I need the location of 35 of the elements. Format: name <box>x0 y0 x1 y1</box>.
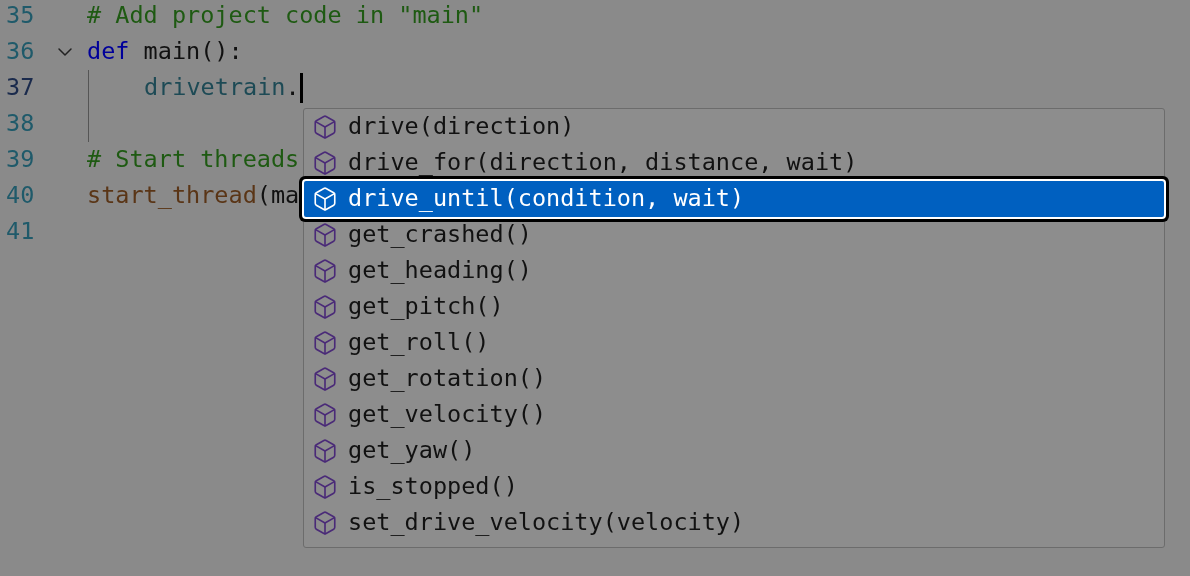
cube-icon <box>312 330 338 356</box>
cube-icon <box>312 186 338 212</box>
line-number: 38 <box>5 108 36 140</box>
line-number: 37 <box>5 72 36 104</box>
line-number: 36 <box>5 36 36 68</box>
cube-icon <box>312 366 338 392</box>
code-line: start_thread(ma <box>87 180 300 212</box>
suggestion-item[interactable]: get_rotation() <box>304 361 1164 397</box>
suggestion-item[interactable]: get_pitch() <box>304 289 1164 325</box>
line-number: 39 <box>5 144 36 176</box>
code-line: # Add project code in "main" <box>87 0 484 32</box>
line-number: 35 <box>5 0 36 32</box>
suggestion-item[interactable]: drive_for(direction, distance, wait) <box>304 145 1164 181</box>
suggestion-item[interactable]: get_crashed() <box>304 217 1164 253</box>
suggestion-item[interactable]: is_stopped() <box>304 469 1164 505</box>
suggestion-item[interactable]: get_velocity() <box>304 397 1164 433</box>
cube-icon <box>312 402 338 428</box>
line-number: 40 <box>5 180 36 212</box>
code-line: # Start threads <box>87 144 300 176</box>
suggestion-item[interactable]: get_roll() <box>304 325 1164 361</box>
cube-icon <box>312 438 338 464</box>
suggestion-item[interactable]: get_heading() <box>304 253 1164 289</box>
cube-icon <box>312 258 338 284</box>
suggestion-item[interactable]: get_yaw() <box>304 433 1164 469</box>
cube-icon <box>312 294 338 320</box>
cube-icon <box>312 222 338 248</box>
code-line: def main(): <box>87 36 243 68</box>
suggestion-item[interactable]: set_drive_velocity(velocity) <box>304 505 1164 541</box>
cube-icon <box>312 510 338 536</box>
cube-icon <box>312 474 338 500</box>
cube-icon <box>312 114 338 140</box>
suggestion-item[interactable]: drive(direction) <box>304 109 1164 145</box>
line-number: 41 <box>5 216 36 248</box>
code-line: drivetrain. <box>143 72 300 104</box>
cube-icon <box>312 150 338 176</box>
